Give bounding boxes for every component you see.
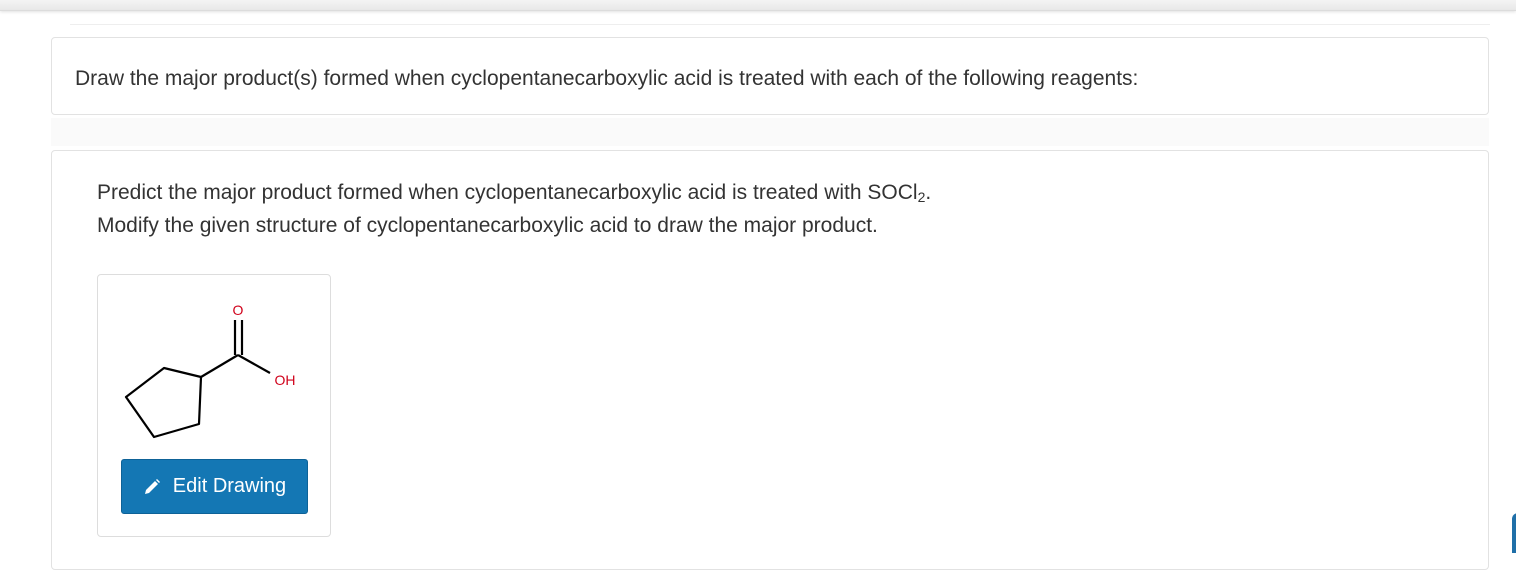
ring-to-carbonyl-bond [200, 354, 239, 378]
section-gap [51, 118, 1489, 146]
top-bar [0, 0, 1516, 11]
question-line-2: Modify the given structure of cyclopenta… [97, 214, 878, 237]
instructions-card: Draw the major product(s) formed when cy… [51, 37, 1489, 115]
hydroxyl-bond [237, 354, 271, 374]
structure-drawing-box: O OH Edit Drawing [97, 274, 331, 537]
question-line-1: Predict the major product formed when cy… [97, 180, 931, 206]
instructions-text: Draw the major product(s) formed when cy… [75, 67, 1139, 90]
pencil-icon [144, 478, 160, 494]
hydroxyl-label: OH [275, 372, 296, 388]
edit-drawing-button[interactable]: Edit Drawing [121, 459, 308, 514]
oxygen-label: O [233, 302, 244, 318]
question-line-1-end: . [925, 181, 932, 204]
side-panel-handle[interactable] [1512, 513, 1516, 553]
molecule-structure: O OH [124, 302, 296, 439]
divider [70, 24, 1490, 25]
cyclopentane-ring [124, 366, 203, 439]
question-line-1-text: Predict the major product formed when cy… [97, 181, 918, 204]
edit-drawing-label: Edit Drawing [172, 475, 287, 497]
question-card: Predict the major product formed when cy… [51, 150, 1489, 570]
